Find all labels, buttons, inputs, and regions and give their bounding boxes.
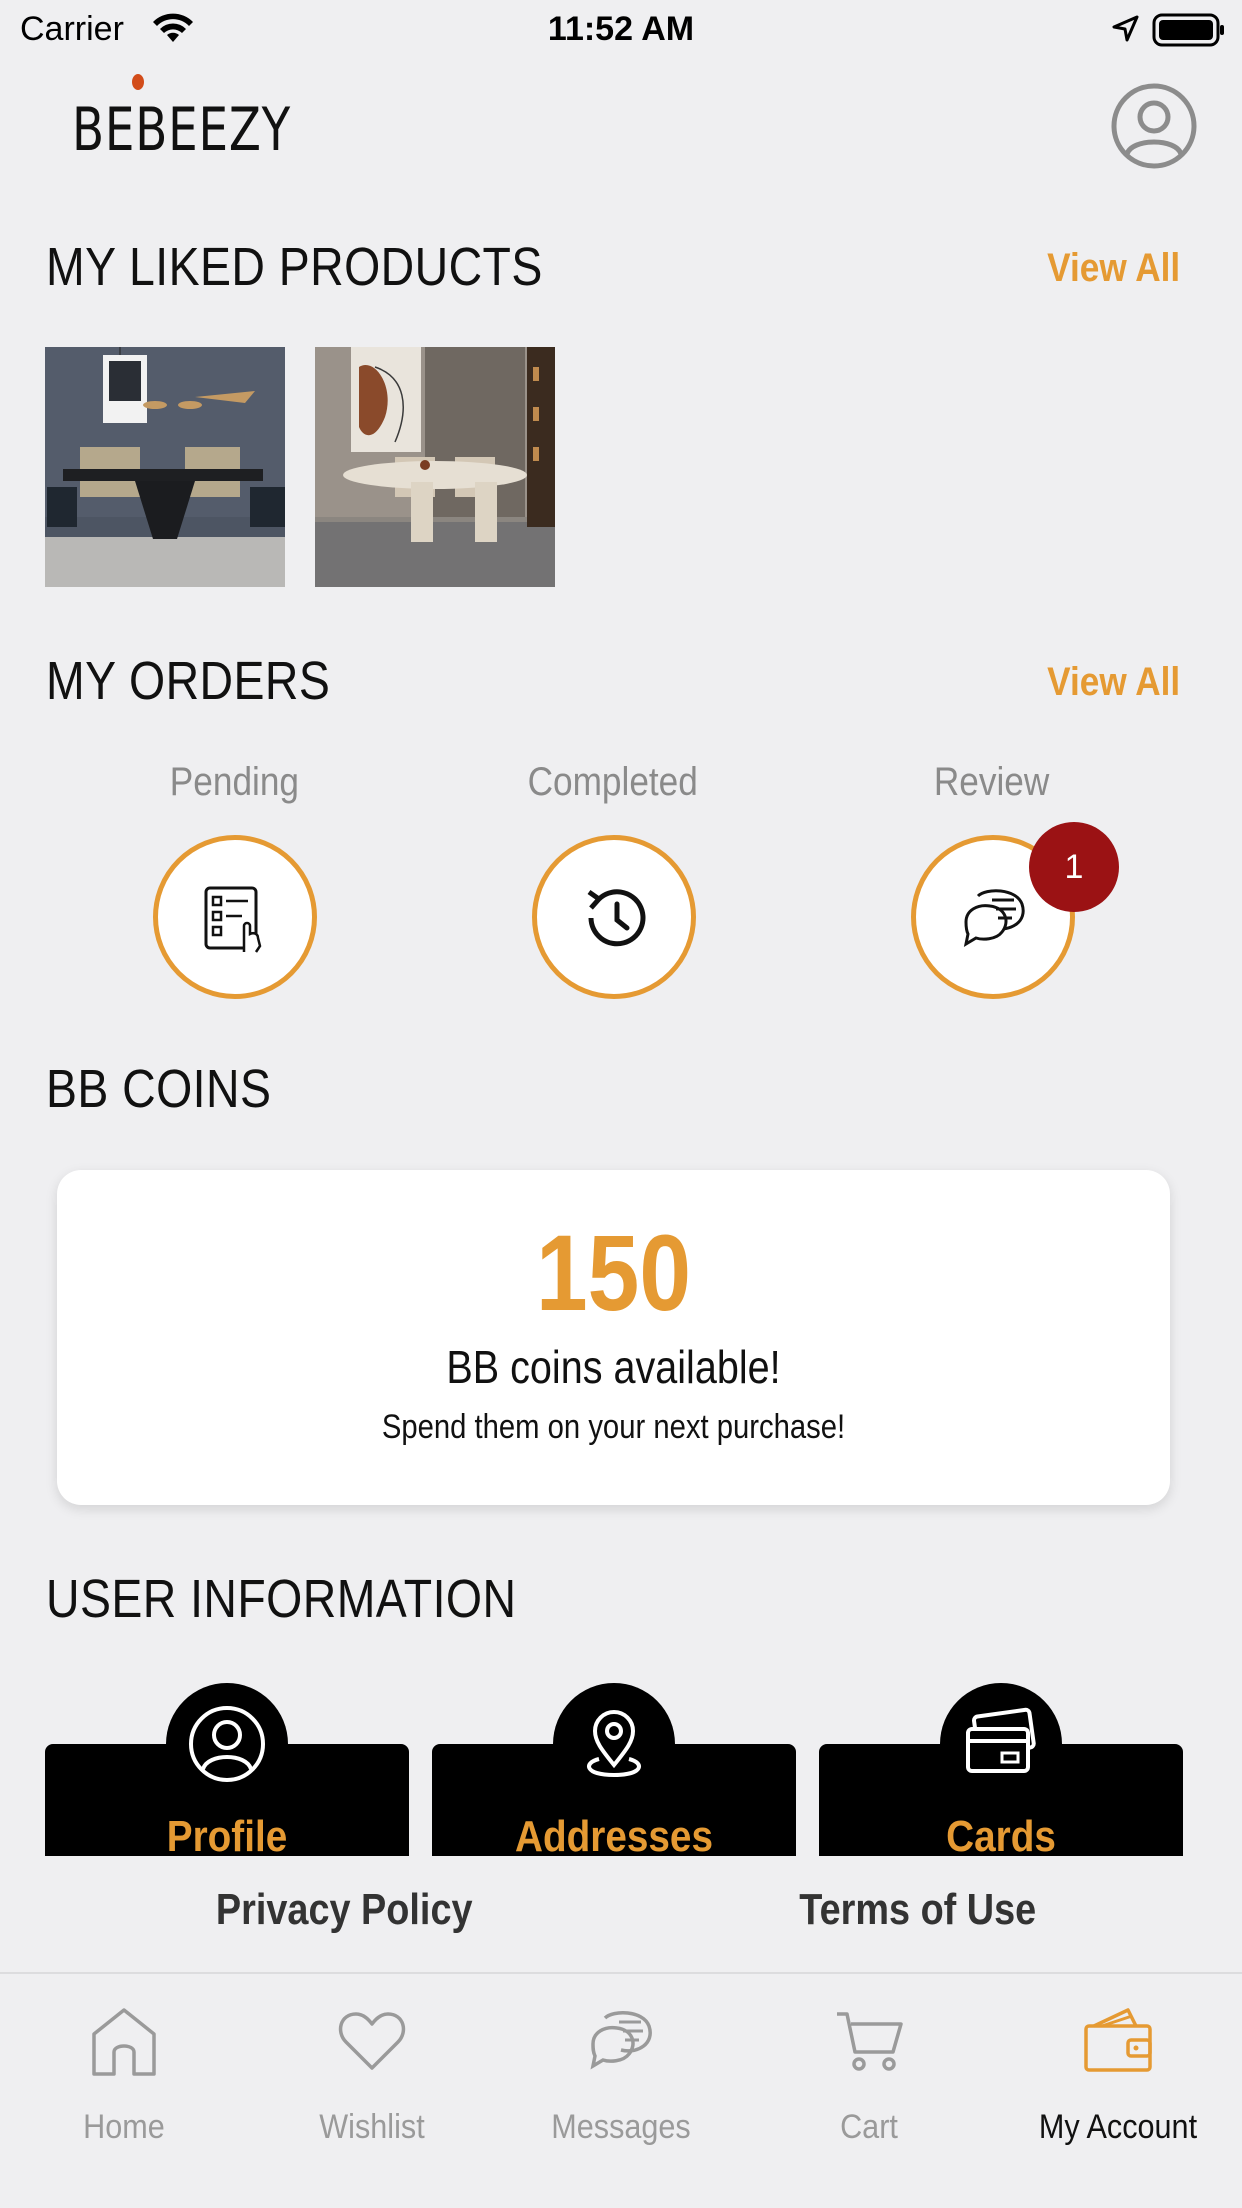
addresses-label: Addresses — [514, 1812, 713, 1856]
tab-messages[interactable]: Messages — [497, 1974, 745, 2154]
coins-balance: 150 — [536, 1212, 691, 1333]
tab-home-label: Home — [83, 2108, 165, 2146]
heart-icon — [338, 2012, 406, 2070]
cart-icon — [837, 2012, 903, 2071]
order-review-label-col: Review — [862, 760, 1122, 805]
credit-card-icon — [966, 1707, 1036, 1773]
tab-wishlist[interactable]: Wishlist — [248, 1974, 496, 2154]
cards-label: Cards — [946, 1812, 1056, 1856]
my-account-screen: Carrier 11:52 AM BEBEEZY MY LIKED PRODUC… — [0, 0, 1242, 2208]
status-bar: Carrier 11:52 AM — [0, 0, 1242, 62]
tab-messages-label: Messages — [551, 2108, 691, 2146]
orders-title: MY ORDERS — [46, 651, 331, 711]
tab-cart-label: Cart — [840, 2108, 898, 2146]
order-pending-label-col: Pending — [104, 760, 364, 805]
liked-products-view-all-link[interactable]: View All — [1047, 246, 1180, 291]
order-pending-label: Pending — [169, 760, 299, 804]
liked-product-thumbnail[interactable] — [45, 347, 285, 587]
brand-logo[interactable]: BEBEEZY — [72, 74, 290, 170]
bb-coins-card: 150 BB coins available! Spend them on yo… — [57, 1170, 1170, 1505]
battery-icon — [1152, 13, 1224, 47]
tab-my-account-label: My Account — [1038, 2108, 1198, 2146]
history-icon — [587, 889, 646, 947]
liked-product-thumbnail[interactable] — [315, 347, 555, 587]
completed-orders-button[interactable] — [532, 835, 696, 999]
wallet-icon — [1084, 2008, 1152, 2072]
dining-room-light-image — [315, 347, 555, 587]
pending-orders-button[interactable] — [153, 835, 317, 999]
privacy-policy-link[interactable]: Privacy Policy — [216, 1885, 473, 1935]
order-completed-label: Completed — [527, 760, 699, 804]
home-icon — [92, 2008, 156, 2076]
profile-label: Profile — [166, 1812, 288, 1856]
tab-my-account[interactable]: My Account — [994, 1974, 1242, 2154]
tab-wishlist-label: Wishlist — [319, 2108, 425, 2146]
tab-cart[interactable]: Cart — [745, 1974, 993, 2154]
tab-home[interactable]: Home — [0, 1974, 248, 2154]
coins-available-text: BB coins available! — [446, 1341, 781, 1393]
user-icon — [189, 1706, 265, 1782]
message-icon — [590, 2011, 652, 2070]
coins-spend-text: Spend them on your next purchase! — [381, 1408, 846, 1446]
bottom-tab-bar: Home Wishlist Messages Cart My Account — [0, 1972, 1242, 2208]
location-pin-icon — [587, 1710, 641, 1778]
order-completed-label-col: Completed — [483, 760, 743, 805]
location-arrow-icon — [1112, 15, 1139, 42]
logo-text: BEBEEZY — [72, 95, 292, 165]
addresses-icon-circle — [553, 1683, 675, 1805]
bb-coins-title: BB COINS — [46, 1059, 272, 1119]
logo-dot-icon — [132, 74, 144, 90]
orders-view-all-link[interactable]: View All — [1047, 660, 1180, 705]
chat-bubble-icon — [963, 889, 1025, 948]
order-review-label: Review — [934, 760, 1050, 804]
user-information-title: USER INFORMATION — [46, 1569, 517, 1629]
checklist-icon — [204, 886, 262, 953]
terms-of-use-link[interactable]: Terms of Use — [799, 1885, 1036, 1935]
cards-icon-circle — [940, 1683, 1062, 1805]
dining-room-dark-image — [45, 347, 285, 587]
liked-products-title: MY LIKED PRODUCTS — [46, 237, 543, 297]
review-count-badge: 1 — [1029, 822, 1119, 912]
profile-icon-circle — [166, 1683, 288, 1805]
profile-avatar-icon[interactable] — [1110, 82, 1198, 170]
clock-time: 11:52 AM — [547, 10, 695, 48]
